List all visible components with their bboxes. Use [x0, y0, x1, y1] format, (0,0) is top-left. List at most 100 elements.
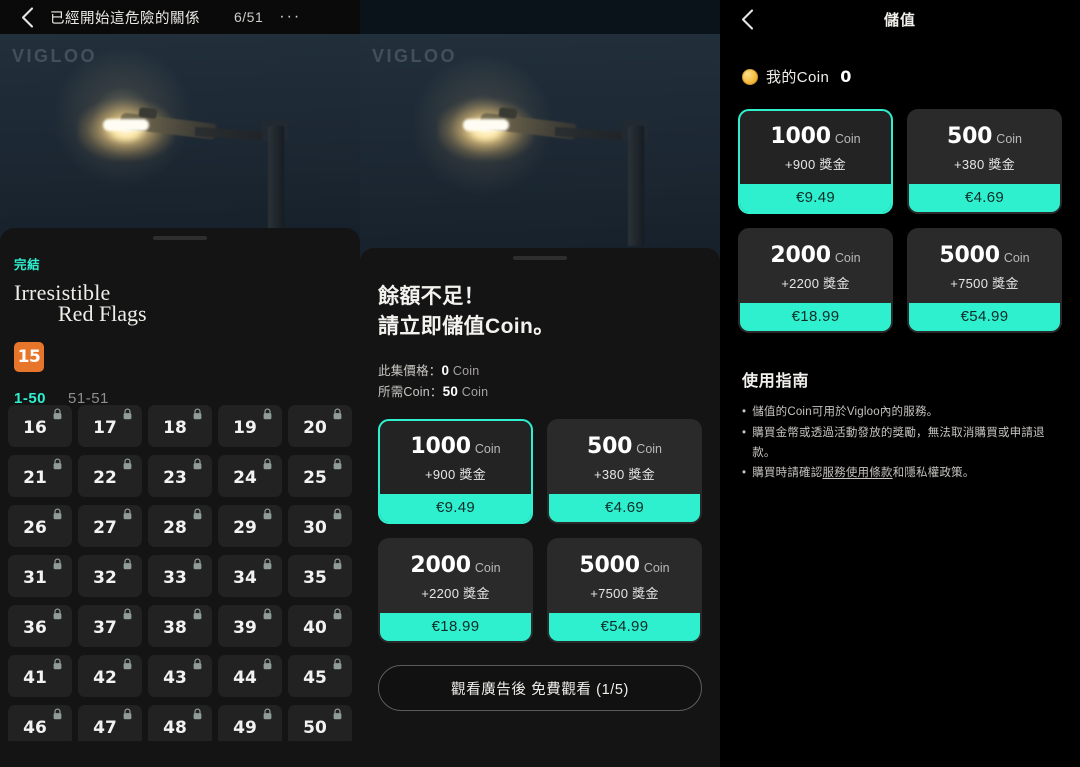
episode-tile[interactable]: 36 — [8, 604, 72, 647]
coin-package-price[interactable]: €54.99 — [549, 613, 700, 642]
coin-package-card[interactable]: 2000 Coin +2200 獎金 €18.99 — [378, 538, 533, 644]
recharge-sheet: 餘額不足！ 請立即儲值Coin。 此集價格：0 Coin 所需Coin：50 C… — [360, 248, 720, 767]
lock-icon — [192, 708, 203, 726]
episode-number: 19 — [233, 417, 257, 438]
episode-tile[interactable]: 49 — [218, 704, 282, 741]
sheet-drag-handle[interactable] — [153, 236, 207, 240]
coin-package-card[interactable]: 1000 Coin +900 獎金 €9.49 — [378, 419, 533, 525]
lock-icon — [332, 508, 343, 526]
episode-tile[interactable]: 32 — [78, 554, 142, 597]
guide-text-post: 和隱私權政策。 — [892, 467, 975, 480]
lock-icon — [332, 658, 343, 676]
episode-number: 44 — [233, 667, 257, 688]
coin-package-price[interactable]: €9.49 — [740, 184, 891, 212]
episode-tile[interactable]: 27 — [78, 504, 142, 547]
episode-tile[interactable]: 22 — [78, 454, 142, 497]
coin-package-card[interactable]: 2000 Coin +2200 獎金 €18.99 — [738, 228, 893, 333]
coin-package-price[interactable]: €18.99 — [380, 613, 531, 642]
lock-icon — [192, 658, 203, 676]
lock-icon — [122, 508, 133, 526]
episode-tile[interactable]: 23 — [148, 454, 212, 497]
episode-number: 41 — [23, 667, 47, 688]
price-summary: 此集價格：0 Coin 所需Coin：50 Coin — [378, 360, 720, 404]
lock-icon — [332, 608, 343, 626]
coin-package-card[interactable]: 1000 Coin +900 獎金 €9.49 — [738, 109, 893, 214]
back-icon[interactable] — [10, 0, 44, 34]
episode-tile[interactable]: 39 — [218, 604, 282, 647]
episode-number: 45 — [303, 667, 327, 688]
episode-tile[interactable]: 16 — [8, 404, 72, 447]
episode-tile[interactable]: 18 — [148, 404, 212, 447]
coin-package-amount-line: 5000 Coin — [549, 553, 700, 578]
episode-tile[interactable]: 35 — [288, 554, 352, 597]
coin-package-amount-line: 2000 Coin — [740, 243, 891, 268]
bullet-icon: • — [742, 406, 747, 418]
episode-tile[interactable]: 43 — [148, 654, 212, 697]
episode-number: 47 — [93, 717, 117, 738]
episode-tile[interactable]: 19 — [218, 404, 282, 447]
streetlamp-cap — [498, 107, 518, 119]
episode-number: 33 — [163, 567, 187, 588]
episode-tile[interactable]: 47 — [78, 704, 142, 741]
coin-package-price[interactable]: €54.99 — [909, 303, 1060, 331]
episode-number: 20 — [303, 417, 327, 438]
ellipsis-icon[interactable]: ··· — [279, 9, 301, 25]
coin-package-amount: 1000 — [410, 434, 471, 460]
episode-number: 34 — [233, 567, 257, 588]
episode-tile[interactable]: 31 — [8, 554, 72, 597]
lock-icon — [192, 408, 203, 426]
episode-number: 46 — [23, 717, 47, 738]
episode-tile[interactable]: 45 — [288, 654, 352, 697]
page-title: 已經開始這危險的關係 — [50, 10, 200, 27]
lock-icon — [332, 558, 343, 576]
episode-tile[interactable]: 33 — [148, 554, 212, 597]
panel-episode-list: 已經開始這危險的關係 6/51 ··· VIGLOO 完結 Irresistib… — [0, 0, 360, 767]
episode-tile[interactable]: 46 — [8, 704, 72, 741]
episode-tile[interactable]: 30 — [288, 504, 352, 547]
coin-package-amount: 5000 — [579, 553, 640, 579]
coin-package-card[interactable]: 500 Coin +380 獎金 €4.69 — [547, 419, 702, 525]
lock-icon — [262, 608, 273, 626]
lock-icon — [122, 558, 133, 576]
coin-package-price[interactable]: €18.99 — [740, 303, 891, 331]
coin-package-info: 1000 Coin +900 獎金 — [740, 111, 891, 184]
coin-package-price[interactable]: €9.49 — [380, 494, 531, 523]
episode-tile[interactable]: 21 — [8, 454, 72, 497]
episode-tile[interactable]: 41 — [8, 654, 72, 697]
episode-tile[interactable]: 28 — [148, 504, 212, 547]
coin-package-card[interactable]: 5000 Coin +7500 獎金 €54.99 — [547, 538, 702, 644]
episode-tile[interactable]: 37 — [78, 604, 142, 647]
lock-icon — [262, 408, 273, 426]
episode-tile[interactable]: 44 — [218, 654, 282, 697]
coin-package-card[interactable]: 500 Coin +380 獎金 €4.69 — [907, 109, 1062, 214]
episode-tile[interactable]: 24 — [218, 454, 282, 497]
coin-package-card[interactable]: 5000 Coin +7500 獎金 €54.99 — [907, 228, 1062, 333]
episode-tile[interactable]: 17 — [78, 404, 142, 447]
lock-icon — [52, 408, 63, 426]
episode-tile[interactable]: 42 — [78, 654, 142, 697]
episode-tile[interactable]: 38 — [148, 604, 212, 647]
episode-tile[interactable]: 26 — [8, 504, 72, 547]
coin-package-price[interactable]: €4.69 — [549, 494, 700, 523]
episode-tile[interactable]: 20 — [288, 404, 352, 447]
episode-number: 23 — [163, 467, 187, 488]
usage-guide-text: 儲值的Coin可用於Vigloo內的服務。 — [752, 406, 939, 418]
status-badge: 完結 — [14, 258, 41, 272]
episode-tile[interactable]: 50 — [288, 704, 352, 741]
watch-ad-button[interactable]: 觀看廣告後 免費觀看 (1/5) — [378, 665, 702, 712]
episode-tile[interactable]: 40 — [288, 604, 352, 647]
episode-tile[interactable]: 34 — [218, 554, 282, 597]
episode-tile[interactable]: 25 — [288, 454, 352, 497]
terms-of-service-link[interactable]: 服務使用條款 — [822, 467, 892, 479]
coin-package-bonus: +380 獎金 — [594, 467, 655, 483]
lock-icon — [262, 658, 273, 676]
lock-icon — [192, 508, 203, 526]
streetlamp-bulb — [463, 119, 509, 131]
coin-package-price[interactable]: €4.69 — [909, 184, 1060, 212]
coin-package-amount-line: 1000 Coin — [740, 124, 891, 149]
coin-balance-label: 我的Coin — [766, 69, 830, 86]
sheet-drag-handle[interactable] — [513, 256, 567, 260]
episode-tile[interactable]: 29 — [218, 504, 282, 547]
episode-tile[interactable]: 48 — [148, 704, 212, 741]
lock-icon — [122, 658, 133, 676]
